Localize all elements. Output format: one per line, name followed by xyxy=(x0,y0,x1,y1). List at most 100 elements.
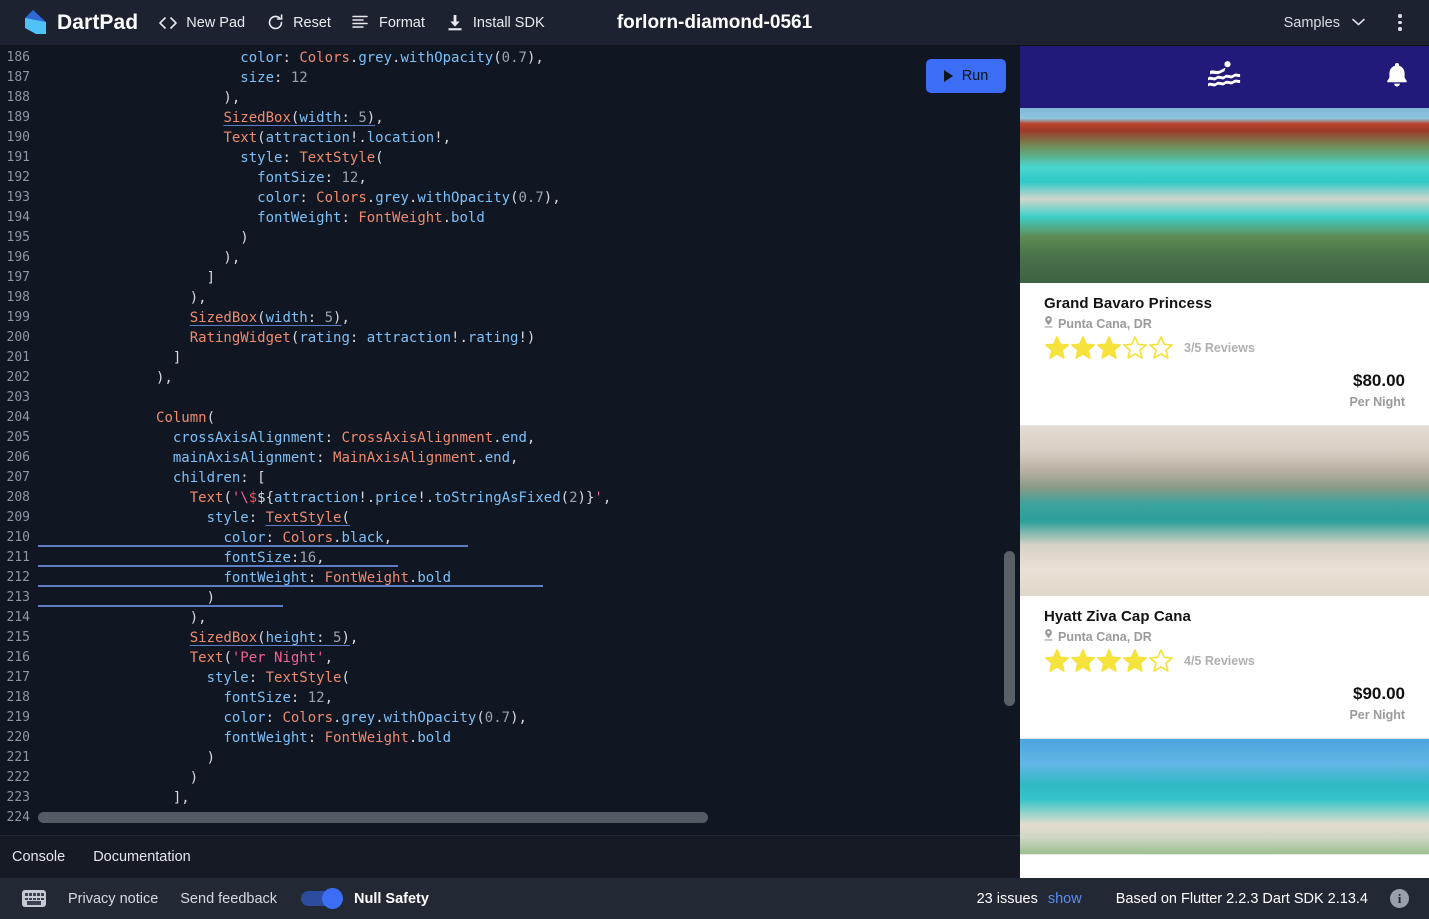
hotel-card[interactable]: Hyatt Ziva Cap Cana Punta Cana, DR 4/5 Rev… xyxy=(1020,426,1429,739)
null-safety-toggle[interactable]: Null Safety xyxy=(301,888,429,909)
line-number: 210 xyxy=(6,530,30,545)
code-line[interactable]: 188 ), xyxy=(0,88,1020,108)
line-code: ) xyxy=(38,230,249,246)
send-feedback-link[interactable]: Send feedback xyxy=(180,891,277,907)
line-code: style: TextStyle( xyxy=(206,670,350,686)
hotel-card-body: Grand Bavaro Princess Punta Cana, DR 3/5 R… xyxy=(1020,283,1429,425)
code-line[interactable]: 223 ], xyxy=(0,788,1020,808)
code-editor[interactable]: 186 color: Colors.grey.withOpacity(0.7),… xyxy=(0,46,1020,835)
line-number: 215 xyxy=(6,630,30,645)
line-code: SizedBox(width: 5), xyxy=(189,310,350,326)
code-line[interactable]: 219 color: Colors.grey.withOpacity(0.7), xyxy=(0,708,1020,728)
code-line[interactable]: 187 size: 12 xyxy=(0,68,1020,88)
code-line[interactable]: 199 SizedBox(width: 5), xyxy=(0,308,1020,328)
code-line[interactable]: 195 ) xyxy=(0,228,1020,248)
privacy-notice-link[interactable]: Privacy notice xyxy=(68,891,158,907)
notifications-bell-icon[interactable] xyxy=(1385,62,1409,93)
editor-vertical-scrollbar[interactable] xyxy=(1004,551,1015,706)
star-rating xyxy=(1044,335,1174,361)
line-code: RatingWidget(rating: attraction!.rating!… xyxy=(189,330,536,346)
code-line[interactable]: 209 style: TextStyle( xyxy=(0,508,1020,528)
code-line[interactable]: 221 ) xyxy=(0,748,1020,768)
price-column: $90.00 Per Night xyxy=(1044,684,1405,722)
new-pad-button[interactable]: New Pad xyxy=(158,0,245,46)
code-line[interactable]: 216 Text('Per Night', xyxy=(0,648,1020,668)
pool-swimmer-icon xyxy=(1207,60,1243,95)
code-line[interactable]: 217 style: TextStyle( xyxy=(0,668,1020,688)
code-line[interactable]: 200 RatingWidget(rating: attraction!.rat… xyxy=(0,328,1020,348)
code-line[interactable]: 189 SizedBox(width: 5), xyxy=(0,108,1020,128)
code-line[interactable]: 222 ) xyxy=(0,768,1020,788)
line-code: ), xyxy=(38,610,207,626)
line-code: color: Colors.grey.withOpacity(0.7), xyxy=(240,50,544,66)
code-line[interactable]: 204 Column( xyxy=(0,408,1020,428)
selection-underline xyxy=(38,565,398,567)
topbar-right-group: Samples xyxy=(1284,8,1415,38)
code-line[interactable]: 197 ] xyxy=(0,268,1020,288)
code-line[interactable]: 201 ] xyxy=(0,348,1020,368)
code-line[interactable]: 186 color: Colors.grey.withOpacity(0.7), xyxy=(0,48,1020,68)
line-code: fontWeight: FontWeight.bold xyxy=(257,210,485,226)
format-button[interactable]: Format xyxy=(351,0,425,46)
line-number: 202 xyxy=(6,370,30,385)
code-line[interactable]: 190 Text(attraction!.location!, xyxy=(0,128,1020,148)
line-code: Text('Per Night', xyxy=(189,650,334,666)
line-number: 199 xyxy=(6,310,30,325)
code-brackets-icon xyxy=(158,13,178,33)
reviews-text: 4/5 Reviews xyxy=(1184,654,1255,668)
code-line[interactable]: 218 fontSize: 12, xyxy=(0,688,1020,708)
line-number: 195 xyxy=(6,230,30,245)
app-preview-panel[interactable]: Grand Bavaro Princess Punta Cana, DR 3/5 R… xyxy=(1020,46,1429,878)
samples-label: Samples xyxy=(1283,14,1340,31)
code-line[interactable]: 193 color: Colors.grey.withOpacity(0.7), xyxy=(0,188,1020,208)
more-vertical-icon[interactable] xyxy=(1385,8,1415,38)
line-number: 221 xyxy=(6,750,30,765)
code-line[interactable]: 202 ), xyxy=(0,368,1020,388)
line-number: 191 xyxy=(6,150,30,165)
hotel-card[interactable]: Grand Bavaro Princess Punta Cana, DR 3/5 R… xyxy=(1020,108,1429,426)
reset-label: Reset xyxy=(293,14,331,31)
hotel-name: Grand Bavaro Princess xyxy=(1044,295,1213,312)
code-line[interactable]: 207 children: [ xyxy=(0,468,1020,488)
line-code: children: [ xyxy=(172,470,266,486)
line-code: ) xyxy=(38,770,199,786)
code-line[interactable]: 192 fontSize: 12, xyxy=(0,168,1020,188)
brand[interactable]: DartPad xyxy=(22,9,138,36)
samples-dropdown[interactable]: Samples xyxy=(1284,15,1365,31)
line-code: fontSize: 12, xyxy=(223,690,334,706)
hotel-card-list[interactable]: Grand Bavaro Princess Punta Cana, DR 3/5 R… xyxy=(1020,108,1429,855)
code-line[interactable]: 198 ), xyxy=(0,288,1020,308)
format-lines-icon xyxy=(351,13,371,33)
line-code: Text('\$${attraction!.price!.toStringAsF… xyxy=(189,490,612,506)
run-button[interactable]: Run xyxy=(926,59,1006,93)
code-line[interactable]: 208 Text('\$${attraction!.price!.toStrin… xyxy=(0,488,1020,508)
hotel-location-row: Punta Cana, DR xyxy=(1044,628,1405,646)
line-code: fontWeight: FontWeight.bold xyxy=(223,730,452,746)
show-issues-link[interactable]: show xyxy=(1048,891,1082,907)
code-line[interactable]: 191 style: TextStyle( xyxy=(0,148,1020,168)
keyboard-icon[interactable] xyxy=(22,890,46,907)
console-tabbar: Console Documentation xyxy=(0,835,1020,878)
editor-horizontal-scrollbar[interactable] xyxy=(38,812,708,823)
line-number: 224 xyxy=(6,810,30,825)
tab-console[interactable]: Console xyxy=(12,849,65,865)
reset-button[interactable]: Reset xyxy=(265,0,331,46)
selection-underline xyxy=(38,545,468,547)
code-line[interactable]: 214 ), xyxy=(0,608,1020,628)
code-line[interactable]: 206 mainAxisAlignment: MainAxisAlignment… xyxy=(0,448,1020,468)
code-line[interactable]: 215 SizedBox(height: 5), xyxy=(0,628,1020,648)
line-number: 213 xyxy=(6,590,30,605)
preview-appbar xyxy=(1020,46,1429,108)
line-number: 209 xyxy=(6,510,30,525)
code-content[interactable]: 186 color: Colors.grey.withOpacity(0.7),… xyxy=(0,46,1020,835)
code-line[interactable]: 196 ), xyxy=(0,248,1020,268)
info-icon[interactable]: i xyxy=(1390,889,1409,908)
line-code: color: Colors.grey.withOpacity(0.7), xyxy=(257,190,561,206)
code-line[interactable]: 220 fontWeight: FontWeight.bold xyxy=(0,728,1020,748)
code-line[interactable]: 194 fontWeight: FontWeight.bold xyxy=(0,208,1020,228)
install-sdk-button[interactable]: Install SDK xyxy=(445,0,545,46)
tab-documentation[interactable]: Documentation xyxy=(93,849,191,865)
code-line[interactable]: 203 xyxy=(0,388,1020,408)
code-line[interactable]: 205 crossAxisAlignment: CrossAxisAlignme… xyxy=(0,428,1020,448)
hotel-card[interactable] xyxy=(1020,739,1429,855)
